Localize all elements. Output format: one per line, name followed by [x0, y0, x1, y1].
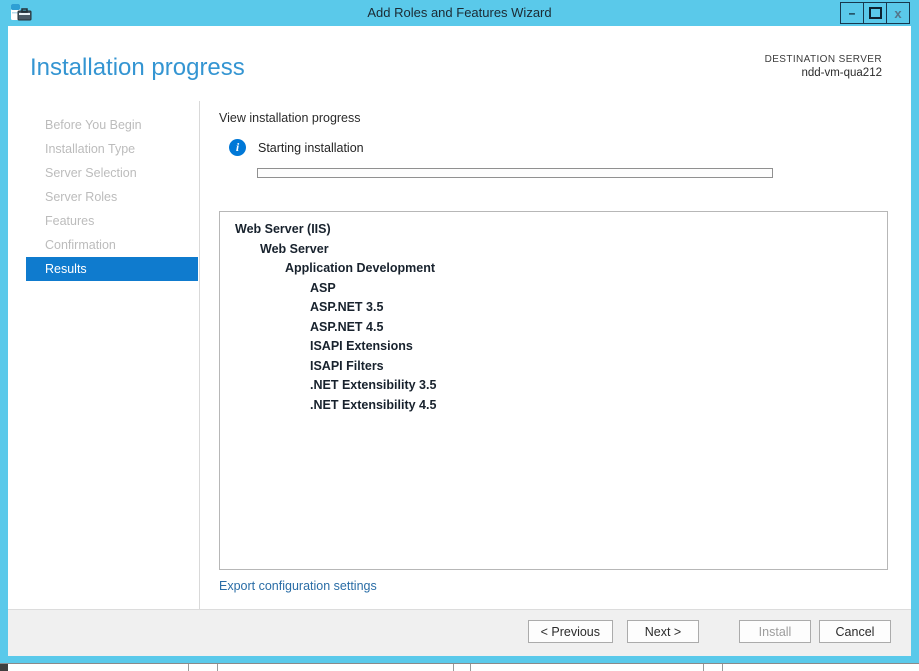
destination-server-name: ndd-vm-qua212	[765, 67, 882, 79]
wizard-content: View installation progress i Starting in…	[201, 101, 911, 609]
page-title: Installation progress	[30, 54, 245, 82]
wizard-nav: Before You BeginInstallation TypeServer …	[8, 101, 200, 609]
previous-button[interactable]: < Previous	[528, 620, 613, 643]
close-icon: x	[894, 7, 901, 20]
cancel-button[interactable]: Cancel	[819, 620, 891, 643]
install-items-pane: Web Server (IIS)Web ServerApplication De…	[219, 211, 888, 570]
install-item: ISAPI Filters	[235, 357, 887, 377]
progress-bar	[257, 168, 773, 178]
nav-item-confirmation: Confirmation	[26, 233, 198, 257]
wizard-dialog: Installation progress DESTINATION SERVER…	[8, 26, 911, 656]
maximize-icon	[869, 7, 882, 19]
nav-item-server-selection: Server Selection	[26, 161, 198, 185]
nav-item-results[interactable]: Results	[26, 257, 198, 281]
nav-item-installation-type: Installation Type	[26, 137, 198, 161]
wizard-window: Add Roles and Features Wizard – x Instal…	[0, 0, 919, 663]
nav-item-features: Features	[26, 209, 198, 233]
install-item: .NET Extensibility 3.5	[235, 376, 887, 396]
install-item: Web Server	[235, 240, 887, 260]
install-item: .NET Extensibility 4.5	[235, 396, 887, 416]
install-item: ASP	[235, 279, 887, 299]
maximize-button[interactable]	[863, 2, 887, 24]
nav-item-before-you-begin: Before You Begin	[26, 113, 198, 137]
destination-server-label: DESTINATION SERVER	[765, 54, 882, 65]
window-title: Add Roles and Features Wizard	[0, 0, 919, 26]
wizard-footer: < Previous Next > Install Cancel	[8, 609, 911, 656]
wizard-header: Installation progress DESTINATION SERVER…	[8, 26, 911, 101]
install-item: ASP.NET 3.5	[235, 298, 887, 318]
install-item: ASP.NET 4.5	[235, 318, 887, 338]
export-configuration-link[interactable]: Export configuration settings	[219, 579, 377, 593]
background-window-strip	[0, 663, 919, 670]
status-row: i Starting installation	[229, 139, 364, 156]
window-controls: – x	[841, 2, 910, 24]
next-button[interactable]: Next >	[627, 620, 699, 643]
install-item: Web Server (IIS)	[235, 220, 887, 240]
install-button[interactable]: Install	[739, 620, 811, 643]
button-row: < Previous Next > Install Cancel	[528, 620, 891, 643]
title-bar: Add Roles and Features Wizard – x	[0, 0, 919, 26]
minimize-button[interactable]: –	[840, 2, 864, 24]
destination-server-block: DESTINATION SERVER ndd-vm-qua212	[765, 54, 882, 79]
view-progress-label: View installation progress	[219, 111, 361, 125]
info-icon: i	[229, 139, 246, 156]
status-text: Starting installation	[258, 141, 364, 155]
install-item: ISAPI Extensions	[235, 337, 887, 357]
close-button[interactable]: x	[886, 2, 910, 24]
nav-item-server-roles: Server Roles	[26, 185, 198, 209]
minimize-icon: –	[849, 7, 856, 19]
install-item: Application Development	[235, 259, 887, 279]
